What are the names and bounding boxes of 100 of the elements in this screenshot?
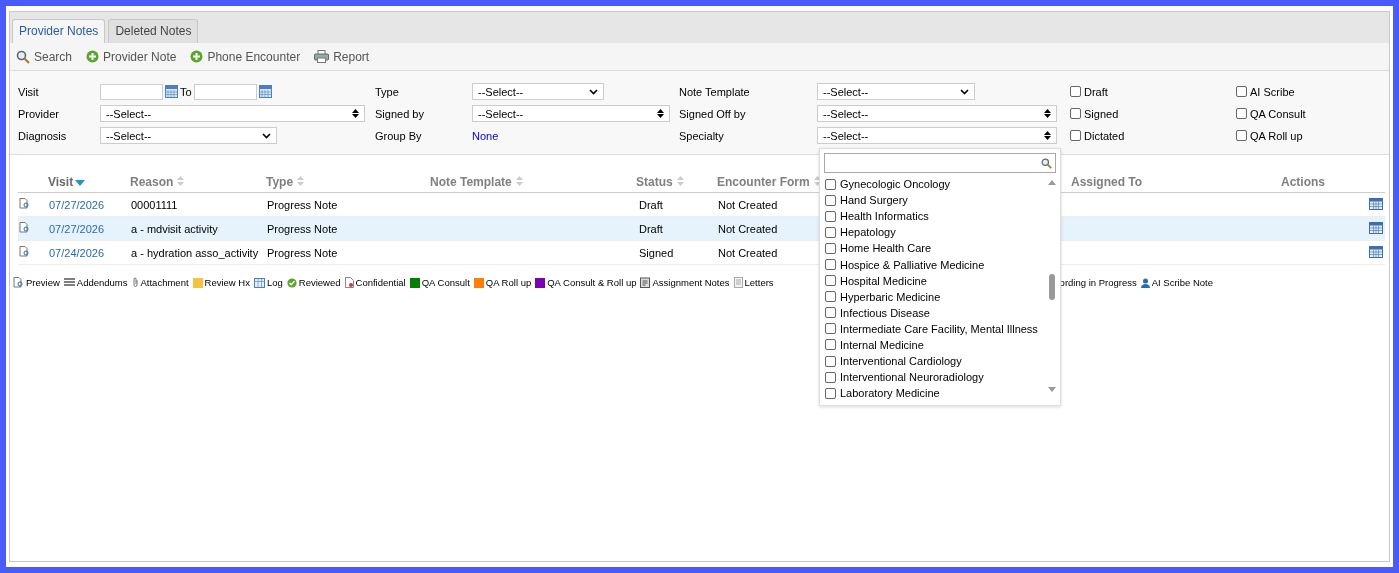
dropdown-option[interactable]: Infectious Disease	[824, 304, 1042, 321]
dropdown-option[interactable]: Internal Medicine	[824, 336, 1042, 354]
date-input[interactable]	[193, 83, 257, 100]
toolbar-button[interactable]: Phone Encounter	[190, 49, 301, 64]
select-dropdown[interactable]: --Select--	[100, 127, 277, 144]
visit-date-link[interactable]: 07/27/2026	[49, 198, 105, 211]
legend-label: Reviewed	[298, 277, 341, 288]
plus-circle-icon	[86, 50, 100, 63]
table-cell: Not Created	[718, 246, 778, 259]
note-icon	[192, 277, 203, 288]
field-label: To	[180, 85, 192, 98]
plus-circle-icon	[190, 50, 204, 63]
toolbar-button[interactable]: Provider Note	[86, 49, 177, 64]
dropdown-option[interactable]: Laboratory Medicine	[824, 385, 1042, 402]
calendar-icon[interactable]	[165, 85, 178, 98]
group-by-link[interactable]: None	[472, 129, 499, 142]
legend-label: Attachment	[140, 277, 189, 288]
field-label: Visit	[18, 85, 40, 98]
toolbar-button[interactable]: Report	[314, 49, 370, 64]
table-icon[interactable]	[1369, 245, 1383, 258]
select-dropdown[interactable]: --Select--	[100, 105, 365, 122]
dropdown-option[interactable]: Hepatology	[824, 224, 1042, 241]
dropdown-option[interactable]: Hospital Medicine	[824, 272, 1042, 289]
chevron-down-icon	[589, 88, 598, 95]
legend-label: Review Hx	[204, 277, 250, 288]
search-icon	[1041, 157, 1052, 169]
table-icon[interactable]	[1369, 221, 1383, 234]
checkbox[interactable]: Draft	[1070, 85, 1236, 98]
tab[interactable]: Deleted Notes	[108, 19, 199, 43]
sort-descending-icon[interactable]	[75, 180, 86, 186]
date-input[interactable]	[100, 83, 163, 100]
table-cell: Progress Note	[267, 246, 338, 259]
checkbox[interactable]	[825, 307, 836, 319]
calendar-icon[interactable]	[258, 85, 272, 98]
up-down-arrows-icon	[1044, 131, 1051, 140]
document-icon	[344, 277, 354, 288]
legend-label: QA Roll up	[485, 277, 532, 288]
select-dropdown[interactable]: --Select--	[817, 105, 1057, 122]
dropdown-option[interactable]: Hand Surgery	[824, 192, 1042, 209]
dropdown-option[interactable]: Intermediate Care Facility, Mental Illness	[824, 320, 1042, 337]
dropdown-option[interactable]: Home Health Care	[824, 240, 1042, 257]
select-dropdown[interactable]: --Select--	[472, 105, 670, 122]
visit-date-link[interactable]: 07/24/2026	[49, 246, 105, 259]
checkbox[interactable]	[825, 387, 836, 399]
checkbox[interactable]	[825, 210, 836, 222]
legend-label: QA Consult	[421, 277, 470, 288]
checkbox[interactable]	[825, 226, 836, 238]
select-dropdown[interactable]: --Select--	[472, 83, 604, 100]
table-cell: Progress Note	[267, 222, 338, 235]
column-header[interactable]: Note Template	[430, 175, 636, 193]
checkbox[interactable]: Signed	[1070, 107, 1236, 120]
up-down-arrows-icon	[352, 109, 359, 118]
table-cell: 00001111	[131, 198, 178, 211]
legend-label: Log	[266, 277, 283, 288]
checkbox[interactable]: QA Roll up	[1236, 129, 1381, 142]
column-header[interactable]: Encounter Form	[717, 175, 841, 193]
checkbox[interactable]	[825, 275, 836, 287]
checkbox[interactable]	[825, 178, 836, 190]
search-field[interactable]	[824, 153, 1056, 173]
checkbox[interactable]: QA Consult	[1236, 107, 1381, 120]
legend-label: Preview	[26, 277, 60, 288]
lines-icon	[63, 278, 75, 287]
document-search-icon	[19, 198, 30, 209]
checkbox[interactable]: Dictated	[1070, 129, 1236, 142]
table-cell: Signed	[639, 246, 674, 259]
column-header[interactable]: Reason	[130, 175, 266, 193]
select-dropdown[interactable]: --Select--	[817, 83, 975, 100]
field-label: Signed Off by	[679, 107, 747, 120]
column-header[interactable]: Actions	[1281, 175, 1385, 193]
toolbar-button[interactable]: Search	[16, 49, 73, 64]
column-header[interactable]: Visit	[48, 175, 130, 193]
column-header[interactable]: Assigned To	[1071, 175, 1281, 193]
dropdown-option[interactable]: Interventional Neuroradiology	[824, 369, 1042, 386]
field-label: Group By	[375, 129, 423, 142]
checkbox[interactable]	[825, 242, 836, 254]
checkbox[interactable]	[825, 339, 836, 351]
checkbox[interactable]	[825, 194, 836, 206]
checkbox[interactable]: AI Scribe	[1236, 85, 1381, 98]
legend-label: Letters	[744, 277, 774, 288]
table-icon[interactable]	[1369, 197, 1383, 210]
column-header[interactable]: Status	[636, 175, 717, 193]
checkbox[interactable]	[825, 323, 836, 335]
field-label: Diagnosis	[18, 129, 68, 142]
column-header[interactable]: Type	[266, 175, 430, 193]
clipboard-icon	[640, 277, 651, 288]
checkbox[interactable]	[825, 259, 836, 270]
field-label: Provider	[18, 107, 60, 120]
checkbox[interactable]	[825, 371, 836, 383]
chevron-down-icon	[960, 88, 969, 95]
legend-label: Addendums	[76, 277, 128, 288]
search-icon	[16, 49, 30, 64]
visit-date-link[interactable]: 07/27/2026	[49, 222, 105, 235]
select-dropdown[interactable]: --Select--	[817, 127, 1057, 144]
checkbox[interactable]	[825, 355, 836, 367]
dropdown-option[interactable]: Interventional Cardiology	[824, 353, 1042, 370]
tab[interactable]: Provider Notes	[12, 19, 106, 43]
chevron-down-icon	[262, 132, 271, 139]
person-icon	[1140, 277, 1150, 288]
dropdown-option[interactable]: Hyperbaric Medicine	[824, 288, 1042, 305]
checkbox[interactable]	[825, 291, 836, 303]
